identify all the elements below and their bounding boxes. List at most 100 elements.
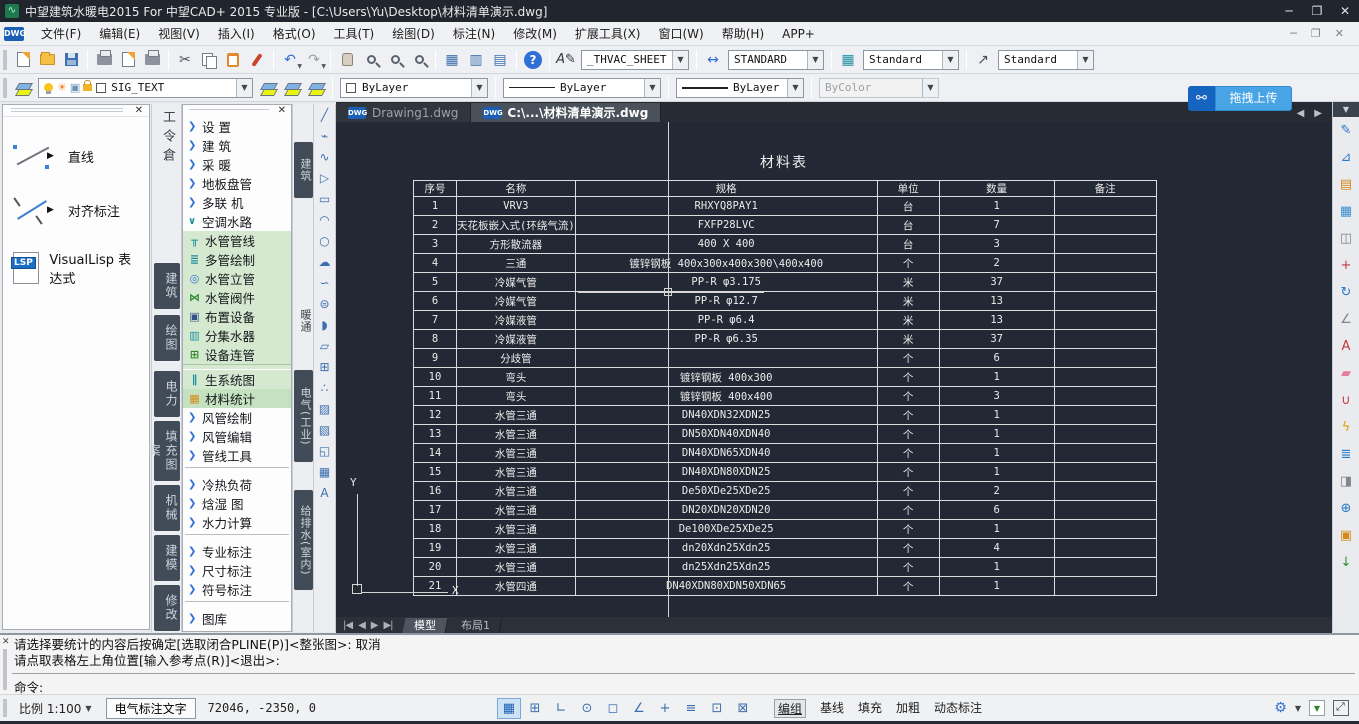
menu-item[interactable]: 编辑(E) [90, 22, 149, 46]
pan-icon[interactable] [336, 49, 358, 71]
workspace-switch-icon[interactable]: ▼ [1309, 700, 1325, 716]
palette-tab-建筑[interactable]: 建筑 [294, 142, 313, 198]
layer-freeze-icon[interactable]: ☀ [57, 81, 67, 94]
layer-color-swatch[interactable] [96, 83, 106, 93]
rectangle-icon[interactable]: ▭ [319, 192, 330, 213]
make-layer-current-icon[interactable] [257, 77, 279, 99]
insert-block-icon[interactable]: ▱ [320, 339, 329, 360]
palette-item[interactable]: ❯图库 [183, 609, 291, 628]
toolbar-tab-修改[interactable]: 修改 [154, 585, 180, 631]
annot-toggle[interactable]: ⊠ [731, 698, 755, 719]
palette-item[interactable]: ∨空调水路 [183, 212, 291, 231]
match-properties-icon[interactable] [246, 49, 268, 71]
cut-icon[interactable]: ✂ [174, 49, 196, 71]
maximize-button[interactable]: ❐ [1303, 4, 1331, 18]
layout-nav-button[interactable]: ▶| [380, 620, 395, 631]
rotate-icon[interactable]: ↻ [1333, 279, 1359, 306]
close-button[interactable]: ✕ [1331, 4, 1359, 18]
table-style-icon[interactable]: ▦ [837, 49, 859, 71]
menu-item[interactable]: 窗口(W) [650, 22, 713, 46]
save-icon[interactable] [60, 49, 82, 71]
region-icon[interactable]: ◱ [319, 444, 330, 465]
print-preview-icon[interactable] [117, 49, 139, 71]
download-icon[interactable]: ↓ [1333, 549, 1359, 576]
chevron-down-icon[interactable]: ▼ [85, 704, 91, 713]
zoom-window-icon[interactable] [384, 49, 406, 71]
layer-on-icon[interactable] [44, 83, 53, 92]
toolbar-tab-填充图案[interactable]: 填充图案 [154, 421, 180, 481]
otrack-toggle[interactable]: ∠ [627, 698, 651, 719]
zoom-previous-icon[interactable] [408, 49, 430, 71]
layers-icon[interactable]: ≣ [1333, 441, 1359, 468]
make-block-icon[interactable]: ⊞ [319, 360, 329, 381]
color-combo[interactable]: ByLayer ▼ [340, 78, 488, 98]
grid-toggle[interactable]: ▦ [497, 698, 521, 719]
toolbar-tab-绘图[interactable]: 绘图 [154, 315, 180, 361]
minimize-button[interactable]: ─ [1275, 4, 1303, 18]
palette-item[interactable]: ❯专业标注 [183, 542, 291, 561]
mode-编组[interactable]: 编组 [774, 699, 806, 718]
point-icon[interactable]: ∴ [321, 381, 329, 402]
mleader-style-icon[interactable]: ↗ [972, 49, 994, 71]
toolbar-tab-建模[interactable]: 建模 [154, 535, 180, 581]
palette-item[interactable]: ❯水力计算 [183, 513, 291, 532]
copy-icon[interactable] [198, 49, 220, 71]
layer-lock-icon[interactable] [83, 84, 92, 91]
circle-icon[interactable]: ○ [319, 234, 329, 255]
palette-item[interactable]: ❯焓湿 图 [183, 494, 291, 513]
menu-item[interactable]: 视图(V) [149, 22, 209, 46]
polyline-icon[interactable]: ∿ [319, 150, 329, 171]
close-icon[interactable]: ✕ [2, 637, 10, 647]
half-icon[interactable]: ◨ [1333, 468, 1359, 495]
polar-toggle[interactable]: ⊙ [575, 698, 599, 719]
palette-item[interactable]: ╥水管管线 [183, 231, 291, 250]
palette-item[interactable]: ⋈水管阀件 [183, 288, 291, 307]
chevron-down-icon[interactable]: ▼ [644, 79, 660, 97]
layer-vp-icon[interactable]: ▣ [70, 81, 80, 94]
palette-item[interactable]: ◎水管立管 [183, 269, 291, 288]
menu-item[interactable]: 标注(N) [444, 22, 504, 46]
open-file-icon[interactable] [36, 49, 58, 71]
layer-states-icon[interactable] [305, 77, 327, 99]
layer-combo[interactable]: ☀ ▣ SIG_TEXT ▼ [38, 78, 253, 98]
palette-item[interactable]: ❯设 置 [183, 117, 291, 136]
chevron-down-icon[interactable]: ▼ [942, 51, 958, 69]
palette-item[interactable]: ❯符号标注 [183, 580, 291, 599]
new-file-icon[interactable] [12, 49, 34, 71]
line-icon[interactable]: ╱ [321, 108, 328, 129]
table-cells-icon[interactable]: ▥ [465, 49, 487, 71]
list-icon[interactable]: ▤ [1333, 171, 1359, 198]
measure-icon[interactable]: ⊿ [1333, 144, 1359, 171]
annotate-pencil-icon[interactable]: ✎ [1333, 117, 1359, 144]
text-style-icon[interactable]: A✎ [555, 49, 577, 71]
ortho-toggle[interactable]: ∟ [549, 698, 573, 719]
palette-tab-电气(工业)[interactable]: 电气(工业) [294, 370, 313, 462]
tool-line[interactable]: ▶直线 [13, 141, 143, 171]
toolbar-grip[interactable] [3, 50, 7, 70]
move-icon[interactable]: + [1333, 252, 1359, 279]
palette-item[interactable]: ❯建 筑 [183, 136, 291, 155]
scale-control[interactable]: 比例 1:100 ▼ [13, 700, 98, 717]
tool-visuallisp[interactable]: LSP VisualLisp 表达式 [13, 249, 143, 287]
mdi-minimize-button[interactable]: ─ [1283, 27, 1304, 40]
chevron-down-icon[interactable]: ▼ [1077, 51, 1093, 69]
osnap-toggle[interactable]: ◻ [601, 698, 625, 719]
chevron-down-icon[interactable]: ▼ [1295, 704, 1301, 713]
palette-item[interactable]: ▣布置设备 [183, 307, 291, 326]
close-icon[interactable]: ✕ [135, 105, 143, 116]
ellipse-icon[interactable]: ⊜ [319, 297, 329, 318]
chevron-down-icon[interactable]: ▼ [807, 51, 823, 69]
chevron-down-icon[interactable]: ▼ [672, 51, 688, 69]
osnap-icon[interactable]: ⊕ [1333, 495, 1359, 522]
lineweight-toggle[interactable]: ≡ [679, 698, 703, 719]
list-view-icon[interactable]: ▤ [489, 49, 511, 71]
revcloud-icon[interactable]: ☁ [319, 255, 331, 276]
palette-item[interactable]: ❯地板盘管 [183, 174, 291, 193]
mleader-style-combo[interactable]: Standard▼ [998, 50, 1094, 70]
tab-scroll-left-icon[interactable]: ◀ [1297, 108, 1305, 119]
layout-tab-布局1[interactable]: 布局1 [449, 618, 502, 633]
stats-table-icon[interactable]: ▦ [1333, 198, 1359, 225]
fullscreen-icon[interactable] [1333, 700, 1349, 716]
palette-grip[interactable]: ✕ [3, 105, 149, 117]
chevron-down-icon[interactable]: ▼ [787, 79, 803, 97]
